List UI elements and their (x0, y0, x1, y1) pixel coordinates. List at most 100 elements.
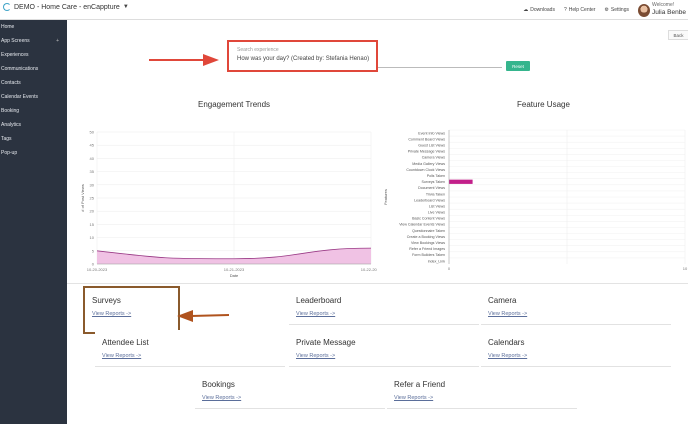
help-center-link[interactable]: ? Help Center (564, 7, 595, 13)
sidebar-item-tags[interactable]: Tags (0, 132, 67, 146)
view-reports-link[interactable]: View Reports -> (102, 353, 278, 359)
search-underline (378, 67, 502, 68)
plus-icon[interactable]: + (56, 38, 59, 44)
search-value: How was your day? (Created by: Stefania … (237, 56, 370, 62)
report-card-camera[interactable]: Camera View Reports -> (481, 288, 671, 325)
y-tick-label: Questionnaire Taken (412, 229, 445, 233)
settings-label: Settings (610, 7, 629, 13)
y-tick-label: Create a Booking Views (407, 235, 445, 239)
y-tick-label: Camera Views (422, 156, 446, 160)
view-reports-link[interactable]: View Reports -> (296, 353, 472, 359)
report-card-attendee-list[interactable]: Attendee List View Reports -> (95, 330, 285, 367)
downloads-link[interactable]: ☁ Downloads (523, 7, 555, 13)
y-tick-label: Form Builders Taken (412, 253, 445, 257)
section-divider (67, 283, 688, 284)
feature-chart-title: Feature Usage (517, 100, 570, 109)
sidebar-item-label: Analytics (1, 122, 22, 128)
sidebar-item-experiences[interactable]: Experiences (0, 48, 67, 62)
reset-button[interactable]: Reset (506, 61, 530, 71)
sidebar-item-calendar-events[interactable]: Calendar Events (0, 90, 67, 104)
sidebar-item-home[interactable]: Home (0, 20, 67, 34)
sidebar-item-contacts[interactable]: Contacts (0, 76, 67, 90)
card-title: Leaderboard (296, 296, 342, 305)
downloads-label: Downloads (530, 7, 555, 13)
top-bar: DEMO - Home Care - enCappture ▼ ☁ Downlo… (0, 0, 688, 20)
sidebar-item-label: App Screens (1, 38, 30, 44)
sidebar-item-analytics[interactable]: Analytics (0, 118, 67, 132)
report-card-refer-a-friend[interactable]: Refer a Friend View Reports -> (387, 372, 577, 409)
view-reports-link[interactable]: View Reports -> (488, 311, 664, 317)
y-axis-label: # of Post Views (80, 184, 85, 212)
card-title: Refer a Friend (394, 380, 446, 389)
report-card-surveys[interactable]: Surveys View Reports -> (83, 286, 180, 334)
y-tick-label: View Calendar Events Views (399, 223, 445, 227)
card-title: Attendee List (102, 338, 149, 347)
help-label: Help Center (568, 7, 596, 13)
sidebar: Home App Screens + Experiences Communicat… (0, 20, 67, 424)
y-tick-label: Basic Content Views (412, 217, 445, 221)
y-tick-label: index_Link (428, 259, 445, 263)
card-title: Surveys (92, 296, 121, 305)
view-reports-link[interactable]: View Reports -> (202, 395, 378, 401)
sidebar-item-label: Experiences (1, 52, 29, 58)
sidebar-item-label: Booking (1, 108, 20, 114)
help-icon: ? (563, 7, 567, 13)
view-reports-link[interactable]: View Reports -> (394, 395, 570, 401)
view-reports-link[interactable]: View Reports -> (296, 311, 472, 317)
cloud-download-icon: ☁ (523, 7, 529, 13)
y-tick-label: Refer a Friend Images (409, 247, 445, 251)
y-tick-label: 30 (90, 182, 95, 187)
y-tick-label: Live Views (428, 211, 445, 215)
report-card-private-message[interactable]: Private Message View Reports -> (289, 330, 479, 367)
y-tick-label: 40 (90, 156, 95, 161)
sidebar-item-communications[interactable]: Communications (0, 62, 67, 76)
sidebar-item-label: Tags (1, 136, 12, 142)
sidebar-item-app-screens[interactable]: App Screens + (0, 34, 67, 48)
feature-usage-chart: 0 10 Event Info Views Comment Board Views Gu… (383, 129, 688, 271)
y-tick-label: 20 (90, 209, 95, 214)
sidebar-item-booking[interactable]: Booking (0, 104, 67, 118)
y-tick-label: 5 (92, 248, 95, 253)
view-reports-link[interactable]: View Reports -> (488, 353, 664, 359)
y-tick-label: 35 (90, 169, 95, 174)
y-tick-label: 10 (90, 235, 95, 240)
report-card-bookings[interactable]: Bookings View Reports -> (195, 372, 385, 409)
settings-link[interactable]: ⚙ Settings (604, 7, 629, 13)
search-placeholder: Search experience (237, 47, 279, 53)
user-name: Julia Benbe (652, 9, 686, 17)
sidebar-item-label: Pop-up (1, 150, 18, 156)
view-reports-link[interactable]: View Reports -> (92, 311, 171, 317)
sidebar-item-pop-up[interactable]: Pop-up (0, 146, 67, 160)
report-card-leaderboard[interactable]: Leaderboard View Reports -> (289, 288, 479, 325)
app-title: DEMO - Home Care - enCappture (14, 3, 120, 11)
sidebar-item-label: Calendar Events (1, 94, 38, 100)
gear-icon: ⚙ (604, 7, 609, 13)
y-tick-label: 25 (90, 196, 95, 201)
brown-arrow-annotation (177, 310, 229, 322)
y-tick-label: List Views (429, 204, 445, 208)
y-axis-label: Features (383, 189, 388, 205)
welcome-label: Welcome! (652, 2, 675, 9)
engagement-trends-chart: 0 5 10 15 20 25 30 35 40 45 50 10-20-2023 10-21-2023… (80, 130, 377, 279)
app-logo-icon (3, 3, 11, 11)
user-menu[interactable]: Welcome! Julia Benbe (638, 3, 688, 17)
x-tick-label: 10 (683, 266, 688, 271)
card-title: Private Message (296, 338, 356, 347)
sidebar-item-label: Home (1, 24, 15, 30)
back-button[interactable]: Back (668, 30, 688, 40)
y-tick-label: Event Info Views (418, 131, 445, 135)
report-card-calendars[interactable]: Calendars View Reports -> (481, 330, 671, 367)
app-switcher[interactable]: DEMO - Home Care - enCappture ▼ (3, 3, 129, 11)
y-tick-label: Guest List Views (418, 144, 445, 148)
y-tick-label: Countdown Clock Views (406, 168, 445, 172)
y-tick-label: 45 (90, 143, 95, 148)
avatar (638, 3, 650, 17)
red-arrow-annotation (149, 54, 219, 66)
chevron-down-icon: ▼ (122, 4, 129, 10)
x-axis-label: Date (230, 273, 239, 278)
card-title: Camera (488, 296, 517, 305)
card-title: Calendars (488, 338, 525, 347)
search-field[interactable]: Search experience How was your day? (Cre… (227, 40, 378, 72)
x-tick-label: 10-22-2023 (361, 267, 377, 272)
main-content: Back Search experience How was your day?… (67, 20, 688, 424)
